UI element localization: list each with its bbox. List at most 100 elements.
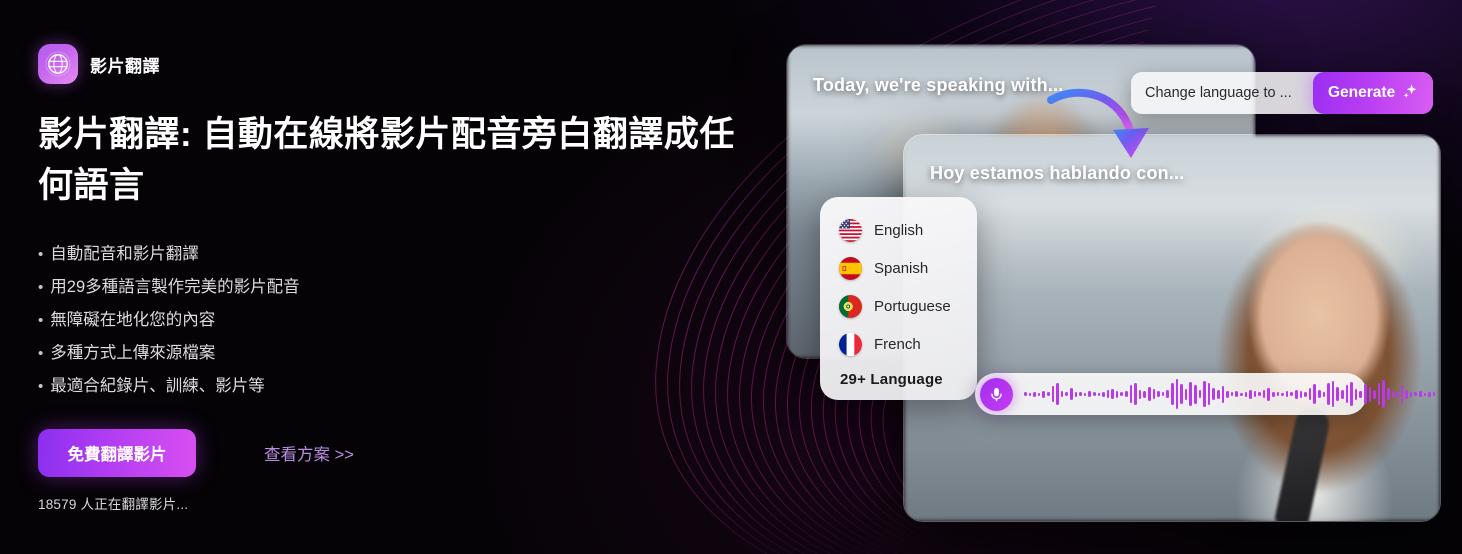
waveform-bar: [1359, 390, 1362, 398]
waveform-bar: [1097, 392, 1101, 396]
feature-list: • 自動配音和影片翻譯 • 用29多種語言製作完美的影片配音 • 無障礙在地化您…: [38, 238, 758, 403]
waveform-bar: [1125, 391, 1128, 397]
waveform-bar: [1262, 390, 1266, 398]
waveform-bar: [1212, 388, 1215, 400]
generate-button[interactable]: Generate: [1313, 72, 1434, 114]
waveform-bar: [1198, 390, 1202, 398]
translate-video-free-button[interactable]: 免費翻譯影片: [38, 428, 196, 477]
waveform-bar: [1281, 392, 1284, 396]
change-language-input[interactable]: [1131, 72, 1313, 114]
waveform-bar: [1148, 387, 1151, 401]
bullet-marker: •: [38, 278, 44, 296]
waveform-bar: [1267, 387, 1271, 401]
waveform-bar: [1414, 392, 1418, 396]
waveform-bar: [1180, 384, 1183, 404]
list-item-label: 最適合紀錄片、訓練、影片等: [50, 376, 265, 395]
bullet-marker: •: [38, 344, 44, 362]
translated-video-subject: [1194, 197, 1440, 521]
waveform-bar: [1189, 382, 1192, 406]
bullet-marker: •: [38, 311, 44, 329]
bullet-marker: •: [38, 377, 44, 395]
waveform-bar: [1327, 383, 1330, 405]
audio-waveform-bar[interactable]: [975, 373, 1436, 415]
waveform-bar: [1216, 389, 1220, 399]
waveform-bar: [1304, 391, 1307, 397]
waveform-bar: [1069, 388, 1073, 400]
language-option-label: Portuguese: [874, 297, 951, 315]
waveform-bar: [1166, 390, 1169, 398]
waveform-bar: [1313, 384, 1316, 404]
waveform-bar: [1322, 391, 1326, 397]
list-item-label: 用29多種語言製作完美的影片配音: [50, 277, 300, 296]
waveform-bar: [1230, 392, 1234, 396]
language-dropdown-panel[interactable]: English Spanish Portuguese French 29+ La…: [820, 197, 977, 400]
waveform-bar: [1382, 380, 1385, 408]
waveform-bar: [1290, 392, 1294, 396]
waveform-bar: [1226, 390, 1229, 398]
brand: 影片翻譯: [38, 42, 758, 86]
waveform-bar: [1193, 384, 1197, 404]
waveform-bar: [1336, 387, 1339, 401]
waveform-bar: [1391, 390, 1395, 398]
active-users-status: 18579 人正在翻譯影片...: [38, 496, 189, 512]
waveform-bar: [1350, 382, 1353, 406]
waveform-bar: [1244, 391, 1248, 397]
waveform-bar: [1239, 392, 1243, 396]
list-item: • 多種方式上傳來源檔案: [38, 337, 758, 370]
translated-video-card[interactable]: Hoy estamos hablando con...: [903, 134, 1441, 522]
waveform-bar: [1056, 383, 1059, 405]
language-option-portuguese[interactable]: Portuguese: [820, 287, 977, 325]
waveform-bar: [1258, 392, 1261, 396]
translated-video-caption: Hoy estamos hablando con...: [930, 163, 1185, 183]
bullet-marker: •: [38, 245, 44, 263]
language-option-english[interactable]: English: [820, 211, 977, 249]
waveform-bar: [1207, 383, 1211, 405]
generate-button-label: Generate: [1328, 84, 1396, 101]
waveform-bar: [1409, 391, 1413, 397]
waveform-bar: [1111, 389, 1114, 399]
waveform-bar: [1400, 385, 1404, 403]
waveform-bar: [1143, 390, 1147, 398]
waveform-bar: [1037, 392, 1041, 396]
language-option-label: English: [874, 221, 924, 239]
view-plans-link[interactable]: 查看方案 >>: [264, 441, 354, 465]
waveform-bar: [1368, 386, 1372, 402]
source-video-caption: Today, we're speaking with...: [813, 75, 1064, 95]
flag-es-icon: [839, 256, 862, 280]
waveform-bar: [1318, 390, 1321, 398]
language-option-label: Spanish: [874, 259, 929, 277]
waveform-bar: [1272, 391, 1275, 397]
flag-fr-icon: [839, 332, 862, 356]
language-count-label[interactable]: 29+ Language: [820, 363, 977, 388]
waveform-bar: [1203, 381, 1206, 407]
waveform-bar: [1253, 391, 1257, 397]
waveform-bar: [1161, 392, 1165, 396]
waveform-bar: [1024, 392, 1027, 396]
waveform-bar: [1345, 385, 1349, 403]
waveform-bar: [1221, 385, 1225, 403]
language-option-french[interactable]: French: [820, 325, 977, 363]
list-item: • 無障礙在地化您的內容: [38, 304, 758, 337]
list-item-label: 無障礙在地化您的內容: [50, 310, 216, 329]
hero-left-column: 影片翻譯 影片翻譯: 自動在線將影片配音旁白翻譯成任何語言 • 自動配音和影片翻…: [38, 42, 758, 513]
waveform-bar: [1028, 392, 1032, 396]
microphone-icon[interactable]: [980, 377, 1013, 411]
waveform-bar: [1033, 391, 1036, 397]
waveform-bar: [1115, 390, 1119, 398]
cta-row: 免費翻譯影片 查看方案 >>: [38, 428, 758, 477]
language-option-label: French: [874, 335, 921, 353]
waveform-bar: [1432, 392, 1436, 396]
waveform-bar: [1373, 389, 1376, 399]
waveform-bar: [1065, 392, 1068, 396]
waveform-bar: [1428, 391, 1431, 397]
list-item-label: 多種方式上傳來源檔案: [50, 343, 216, 362]
waveform-bar: [1171, 383, 1174, 405]
waveform-bar: [1138, 389, 1142, 399]
waveform-bar: [1249, 389, 1252, 399]
language-option-spanish[interactable]: Spanish: [820, 249, 977, 287]
globe-translate-icon: [38, 44, 78, 84]
waveform-bar: [1083, 392, 1087, 396]
waveform-bar: [1363, 384, 1367, 404]
waveform-bar: [1340, 389, 1344, 399]
waveform-bar: [1405, 389, 1408, 399]
